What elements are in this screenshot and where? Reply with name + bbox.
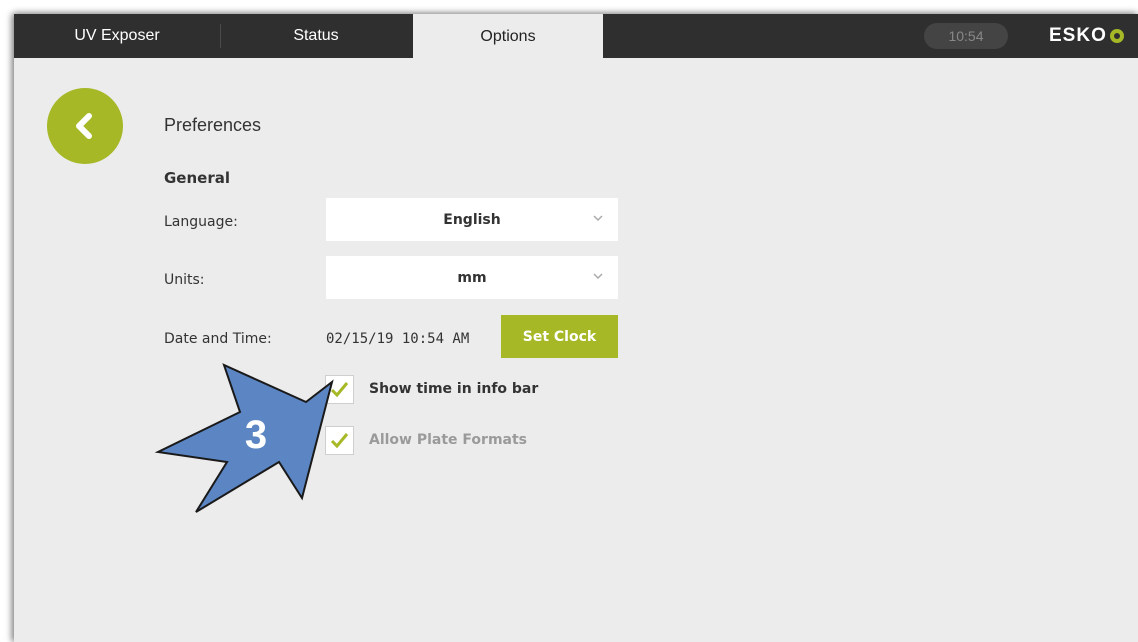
tab-status[interactable]: Status (221, 14, 411, 58)
page-title: Preferences (164, 115, 262, 135)
infobar-clock: 10:54 (924, 23, 1008, 49)
datetime-label: Date and Time: (164, 331, 272, 347)
show-time-label: Show time in info bar (369, 381, 539, 397)
section-heading: General (164, 169, 230, 187)
check-icon (330, 382, 349, 398)
allow-plate-formats-label: Allow Plate Formats (369, 432, 528, 448)
units-select[interactable]: mm (326, 256, 618, 299)
datetime-value: 02/15/19 10:54 AM (326, 331, 470, 347)
chevron-left-icon (76, 113, 92, 139)
language-select[interactable]: English (326, 198, 618, 241)
units-label: Units: (164, 272, 205, 288)
chevron-down-icon (593, 215, 603, 222)
esko-gear-icon (1109, 29, 1124, 43)
back-button[interactable] (47, 88, 123, 164)
app-window: UV Exposer Status Options 10:54 ESKO Pre… (14, 14, 1138, 642)
language-label: Language: (164, 214, 238, 230)
units-value: mm (457, 269, 487, 286)
language-value: English (443, 211, 501, 228)
check-icon (330, 433, 349, 449)
chevron-down-icon (593, 273, 603, 280)
tab-options[interactable]: Options (413, 14, 603, 60)
allow-plate-formats-checkbox[interactable] (325, 426, 354, 455)
set-clock-button[interactable]: Set Clock (501, 315, 618, 358)
esko-logo: ESKO (1049, 24, 1124, 48)
tab-uv-exposer[interactable]: UV Exposer (14, 14, 220, 58)
top-bar: UV Exposer Status Options 10:54 ESKO (14, 14, 1138, 60)
show-time-checkbox[interactable] (325, 375, 354, 404)
brand-name: ESKO (1049, 25, 1107, 46)
